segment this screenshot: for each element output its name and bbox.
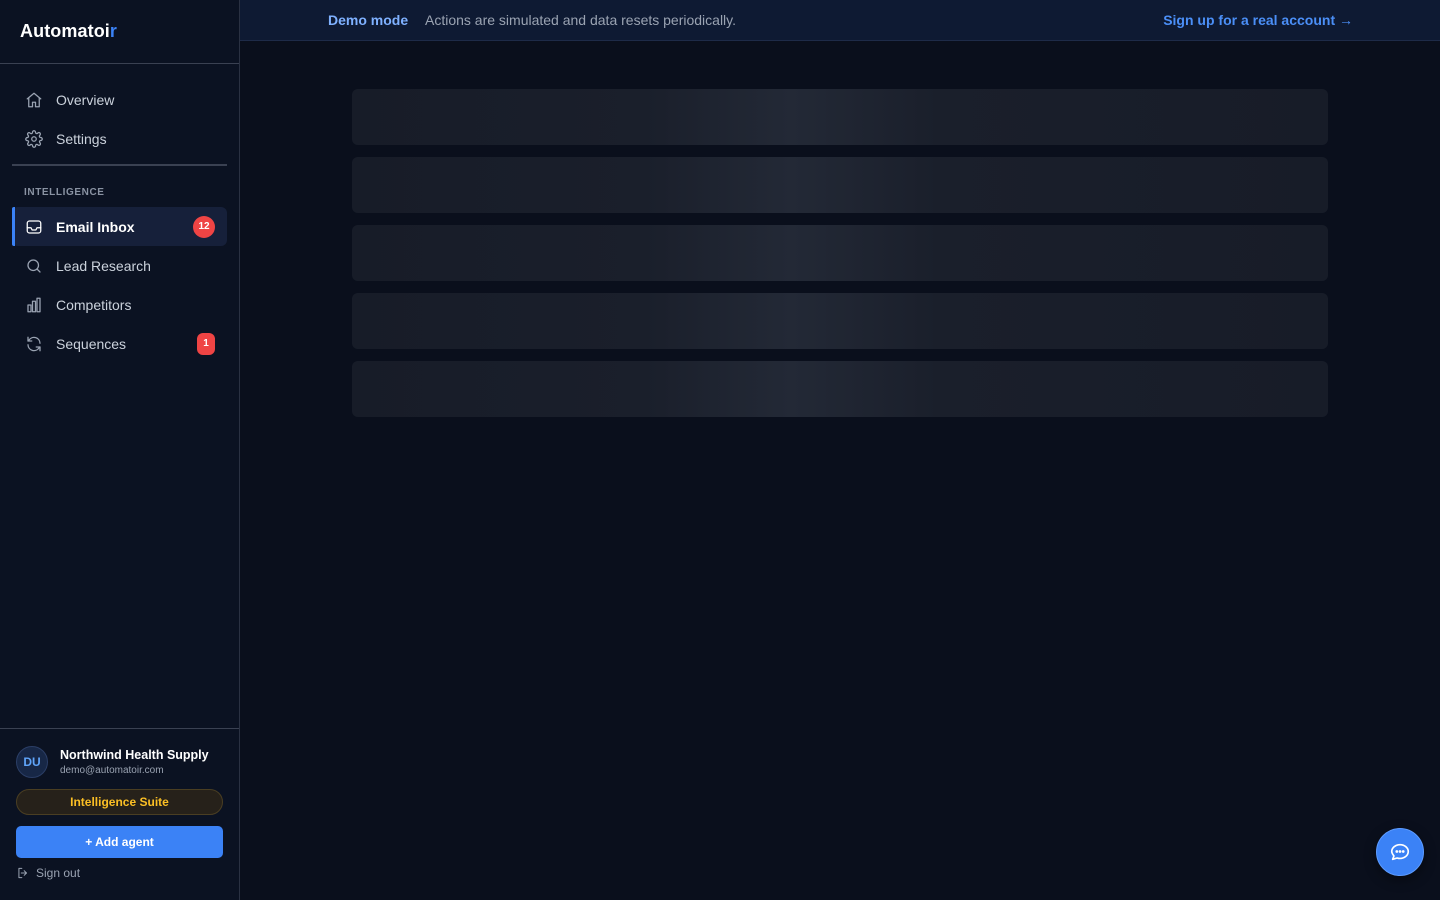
nav-main: Overview Settings xyxy=(0,64,239,158)
skeleton-row xyxy=(352,157,1328,213)
gear-icon xyxy=(24,129,44,149)
sidebar-item-lead-research[interactable]: Lead Research xyxy=(12,246,227,285)
sidebar-item-settings[interactable]: Settings xyxy=(12,119,227,158)
sidebar-item-label: Sequences xyxy=(56,335,127,352)
demo-banner: Demo mode Actions are simulated and data… xyxy=(240,0,1440,41)
sidebar: Automatoir Overview Settings INTELLIGENC… xyxy=(0,0,240,900)
demo-mode-text: Actions are simulated and data resets pe… xyxy=(425,12,737,28)
loading-skeleton-list xyxy=(352,89,1328,429)
sidebar-item-email-inbox[interactable]: Email Inbox 12 xyxy=(12,207,227,246)
sign-out-button[interactable]: Sign out xyxy=(16,866,223,880)
account-text: Northwind Health Supply demo@automatoir.… xyxy=(60,748,209,776)
plan-badge: Intelligence Suite xyxy=(16,789,223,815)
add-agent-button[interactable]: + Add agent xyxy=(16,826,223,858)
sign-out-label: Sign out xyxy=(36,866,81,880)
chat-bubble-icon xyxy=(1390,843,1410,861)
sidebar-item-label: Lead Research xyxy=(56,257,151,274)
account-info[interactable]: DU Northwind Health Supply demo@automato… xyxy=(16,745,223,779)
skeleton-row xyxy=(352,225,1328,281)
signup-link[interactable]: Sign up for a real account → xyxy=(1163,12,1353,28)
sidebar-item-label: Settings xyxy=(56,130,107,147)
section-label-intelligence: INTELLIGENCE xyxy=(24,187,105,198)
account-name: Northwind Health Supply xyxy=(60,748,209,762)
sign-out-icon xyxy=(18,867,27,879)
chat-button[interactable] xyxy=(1376,828,1424,876)
sidebar-item-label: Email Inbox xyxy=(56,218,135,235)
account-email: demo@automatoir.com xyxy=(60,765,164,776)
brand-logo[interactable]: Automatoir xyxy=(0,0,239,64)
app-root: Automatoir Overview Settings INTELLIGENC… xyxy=(0,0,1440,900)
sidebar-item-overview[interactable]: Overview xyxy=(12,80,227,119)
skeleton-row xyxy=(352,293,1328,349)
skeleton-row xyxy=(352,89,1328,145)
nav-intelligence: Email Inbox 12 Lead Research Competitors xyxy=(0,207,239,363)
sidebar-item-competitors[interactable]: Competitors xyxy=(12,285,227,324)
search-icon xyxy=(24,256,44,276)
bar-chart-icon xyxy=(24,295,44,315)
sidebar-footer: DU Northwind Health Supply demo@automato… xyxy=(0,728,239,900)
refresh-icon xyxy=(24,334,44,354)
count-badge: 1 xyxy=(197,332,215,355)
brand-name: Automatoi xyxy=(20,21,110,41)
sidebar-item-label: Competitors xyxy=(56,296,132,313)
brand-name-accent: r xyxy=(109,21,117,41)
skeleton-row xyxy=(352,361,1328,417)
demo-mode-label: Demo mode xyxy=(328,12,409,28)
avatar: DU xyxy=(16,746,48,778)
count-badge: 12 xyxy=(193,215,215,238)
home-icon xyxy=(24,90,44,110)
inbox-icon xyxy=(24,217,44,237)
sidebar-item-sequences[interactable]: Sequences 1 xyxy=(12,324,227,363)
sidebar-item-label: Overview xyxy=(56,91,115,108)
